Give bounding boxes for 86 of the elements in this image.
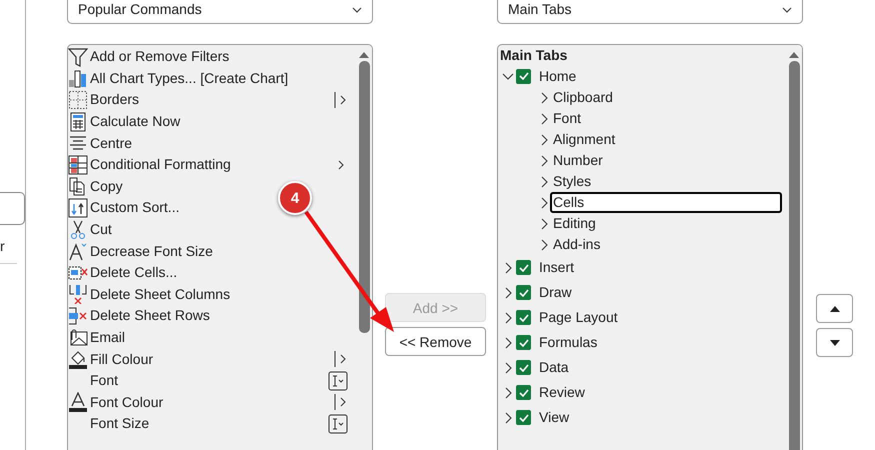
check-icon (518, 288, 528, 296)
tab-item[interactable]: Draw (536, 282, 575, 303)
tab-item[interactable]: Data (536, 357, 572, 378)
scissors-icon (68, 220, 88, 240)
conditional-format-icon (68, 154, 88, 175)
sort-icon (68, 198, 88, 218)
scrollbar[interactable] (786, 45, 802, 450)
delete-columns-icon (68, 284, 88, 304)
font-size-icon (68, 241, 88, 262)
check-icon (518, 338, 528, 346)
command-item[interactable]: Custom Sort... (90, 199, 180, 216)
scroll-up-icon (788, 51, 800, 59)
group-item[interactable]: Clipboard (550, 87, 782, 108)
command-item[interactable]: Centre (90, 134, 132, 152)
split-chevron-icon (334, 350, 348, 368)
command-item[interactable]: Font Size (90, 415, 150, 432)
email-icon (68, 328, 88, 348)
ribbon-tree[interactable]: Main Tabs Home Clipboard Font Alignment Number Styles Cells Editing Add-ins Insert Draw Page Layout Formulas Data Review View (497, 44, 803, 450)
up-arrow-icon (830, 306, 840, 312)
caret-icon (352, 7, 362, 13)
tab-item[interactable]: Formulas (536, 332, 600, 353)
command-item[interactable]: Delete Cells... (90, 264, 178, 282)
down-arrow-icon (830, 340, 840, 346)
commands-list[interactable] (67, 44, 373, 450)
command-item[interactable]: Delete Sheet Rows (90, 307, 210, 324)
command-item[interactable]: Borders (90, 91, 140, 108)
command-item[interactable]: Decrease Font Size (90, 242, 213, 260)
checkbox[interactable] (516, 260, 531, 275)
checkbox[interactable] (516, 360, 531, 375)
scroll-up-icon (358, 51, 370, 59)
chevron-icon (338, 160, 344, 170)
check-icon (518, 414, 528, 422)
group-item[interactable]: Editing (550, 213, 782, 234)
delete-rows-icon (68, 306, 88, 326)
text-field[interactable] (0, 192, 25, 225)
remove-button[interactable]: << Remove (385, 327, 486, 356)
checkbox[interactable] (516, 410, 531, 425)
bar-chart-icon (68, 68, 88, 88)
borders-icon (68, 90, 88, 110)
font-color-icon (68, 392, 88, 412)
command-item[interactable]: Conditional Formatting (90, 156, 231, 174)
move-down-button[interactable] (816, 328, 853, 357)
command-item[interactable]: Fill Colour (90, 350, 154, 368)
tabs-dropdown[interactable]: Main Tabs (497, 0, 803, 24)
command-item[interactable]: All Chart Types... [Create Chart] (90, 70, 288, 87)
filter-icon (68, 46, 88, 67)
label-text: r (0, 237, 6, 255)
caret-icon (782, 7, 792, 13)
command-item[interactable]: Delete Sheet Columns (90, 286, 230, 303)
command-item[interactable]: Calculate Now (90, 113, 180, 130)
paint-bucket-icon (68, 349, 88, 370)
group-item[interactable]: Styles (550, 171, 782, 192)
group-item[interactable]: Cells (550, 192, 782, 213)
calculator-icon (68, 112, 88, 132)
command-item[interactable]: Cut (90, 221, 112, 238)
move-up-button[interactable] (816, 294, 853, 323)
tab-item[interactable]: Review (536, 382, 588, 403)
group-item[interactable]: Number (550, 150, 782, 171)
tree-header: Main Tabs (499, 46, 568, 65)
combo-box-icon (328, 370, 348, 391)
tab-item[interactable]: Page Layout (536, 307, 621, 328)
check-icon (518, 364, 528, 372)
group-item[interactable]: Font (550, 108, 782, 129)
group-item[interactable]: Add-ins (550, 234, 782, 255)
checkbox[interactable] (516, 335, 531, 350)
tab-item[interactable]: Home (536, 66, 580, 86)
command-item[interactable]: Font Colour (90, 394, 164, 411)
command-item[interactable]: Copy (90, 178, 123, 195)
commands-dropdown[interactable]: Popular Commands (67, 0, 373, 24)
check-icon (518, 264, 528, 272)
split-chevron-icon (334, 90, 348, 109)
command-item[interactable]: Add or Remove Filters (90, 48, 230, 66)
checkbox[interactable] (516, 385, 531, 400)
command-item[interactable]: Font (90, 372, 118, 390)
check-icon (518, 72, 528, 80)
checkbox[interactable] (516, 285, 531, 300)
split-chevron-icon (334, 393, 348, 412)
checkbox[interactable] (516, 68, 531, 84)
checkbox[interactable] (516, 310, 531, 325)
check-icon (518, 388, 528, 396)
check-icon (518, 314, 528, 322)
group-item[interactable]: Alignment (550, 129, 782, 150)
tab-item[interactable]: Insert (536, 257, 578, 278)
tab-item[interactable]: View (536, 407, 572, 428)
combo-box-icon (328, 414, 348, 434)
command-item[interactable]: Email (90, 329, 126, 346)
